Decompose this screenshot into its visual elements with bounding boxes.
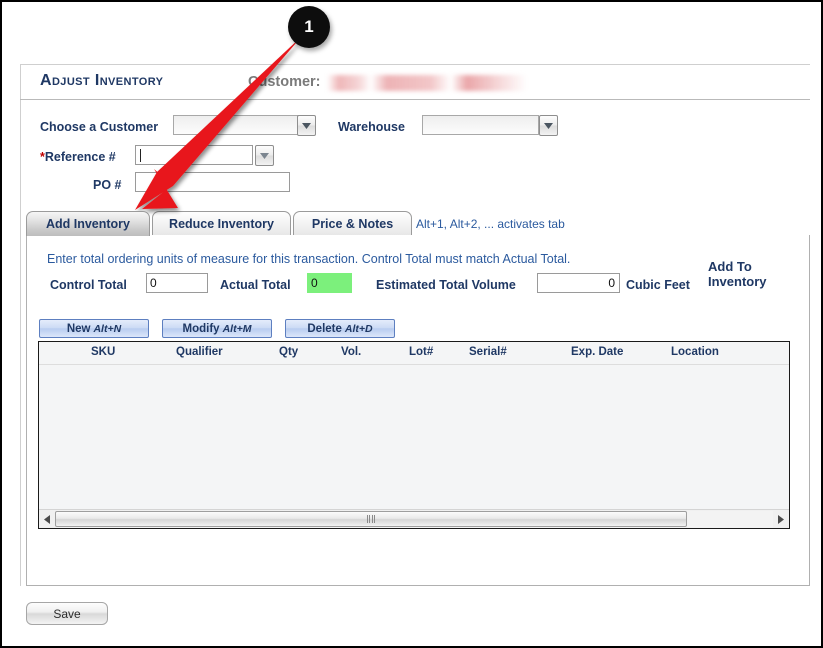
add-to-inventory-line1: Add To — [708, 259, 752, 274]
chevron-down-icon — [260, 152, 269, 159]
inventory-grid: SKU Qualifier Qty Vol. Lot# Serial# Exp.… — [38, 341, 790, 529]
choose-customer-label: Choose a Customer — [40, 120, 159, 134]
customer-label: Customer: — [248, 74, 321, 90]
grid-column-lot[interactable]: Lot# — [409, 346, 433, 358]
chevron-down-icon — [302, 122, 311, 129]
estimated-total-volume-label: Estimated Total Volume — [376, 278, 516, 292]
scrollbar-track[interactable] — [55, 510, 773, 528]
grid-column-exp-date[interactable]: Exp. Date — [571, 346, 623, 358]
warehouse-label: Warehouse — [338, 120, 405, 134]
new-button-shortcut: Alt+N — [93, 322, 122, 335]
delete-button-label: Delete — [307, 322, 342, 335]
po-number-input[interactable] — [135, 172, 290, 192]
scroll-left-arrow-icon[interactable] — [39, 510, 55, 528]
page-title: Adjust Inventory — [40, 72, 164, 89]
choose-customer-input[interactable] — [173, 115, 303, 135]
grid-column-qualifier[interactable]: Qualifier — [176, 346, 223, 358]
grid-column-vol[interactable]: Vol. — [341, 346, 361, 358]
text-cursor — [140, 149, 141, 162]
add-to-inventory-heading: Add To Inventory — [708, 259, 800, 289]
warehouse-dropdown-button[interactable] — [539, 115, 558, 136]
modify-button-shortcut: Alt+M — [222, 322, 252, 335]
grid-horizontal-scrollbar[interactable] — [39, 509, 789, 528]
tab-price-and-notes[interactable]: Price & Notes — [293, 211, 412, 236]
grid-column-sku[interactable]: SKU — [91, 346, 115, 358]
grid-header-row: SKU Qualifier Qty Vol. Lot# Serial# Exp.… — [39, 342, 789, 365]
application-window: Adjust Inventory Customer: Choose a Cust… — [0, 0, 823, 648]
control-total-input[interactable] — [146, 273, 208, 293]
estimated-total-volume-input[interactable] — [537, 273, 620, 293]
warehouse-input[interactable] — [422, 115, 539, 135]
chevron-down-icon — [544, 122, 553, 129]
grid-column-qty[interactable]: Qty — [279, 346, 298, 358]
instruction-text: Enter total ordering units of measure fo… — [47, 252, 571, 266]
new-button[interactable]: New Alt+N — [39, 319, 149, 338]
add-to-inventory-line2: Inventory — [708, 274, 767, 289]
grid-column-serial[interactable]: Serial# — [469, 346, 507, 358]
save-button[interactable]: Save — [26, 602, 108, 625]
tab-add-inventory[interactable]: Add Inventory — [26, 211, 150, 236]
modify-button-label: Modify — [182, 322, 220, 335]
actual-total-label: Actual Total — [220, 278, 291, 292]
header-divider — [20, 99, 810, 100]
delete-button[interactable]: Delete Alt+D — [285, 319, 395, 338]
reference-number-input[interactable] — [135, 145, 253, 165]
scrollbar-thumb[interactable] — [55, 510, 687, 527]
callout-badge-1: 1 — [288, 6, 330, 48]
scroll-right-arrow-icon[interactable] — [773, 510, 789, 528]
modify-button[interactable]: Modify Alt+M — [162, 319, 272, 338]
cubic-feet-label: Cubic Feet — [626, 278, 690, 292]
actual-total-value — [307, 273, 352, 293]
reference-dropdown-button[interactable] — [255, 145, 274, 166]
tab-keyboard-hint: Alt+1, Alt+2, ... activates tab — [416, 217, 565, 231]
grid-body — [39, 365, 789, 510]
control-total-label: Control Total — [50, 278, 127, 292]
customer-name-redacted — [327, 75, 527, 91]
choose-customer-dropdown-button[interactable] — [297, 115, 316, 136]
new-button-label: New — [66, 322, 91, 335]
grid-column-location[interactable]: Location — [671, 346, 719, 358]
reference-label: *Reference # — [40, 150, 116, 164]
scrollbar-grip-icon — [366, 514, 376, 523]
po-label: PO # — [93, 178, 122, 192]
reference-label-text: Reference # — [44, 150, 116, 164]
page-header: Adjust Inventory Customer: — [20, 72, 810, 100]
delete-button-shortcut: Alt+D — [344, 322, 373, 335]
tab-reduce-inventory[interactable]: Reduce Inventory — [152, 211, 291, 236]
